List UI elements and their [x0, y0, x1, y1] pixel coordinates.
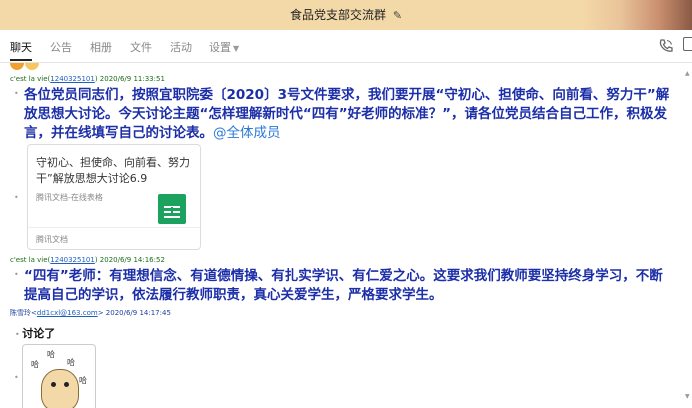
emoji-icon — [25, 63, 39, 70]
tab-chat[interactable]: 聊天 — [10, 39, 32, 55]
message-bullet: • — [14, 270, 19, 279]
chat-title: 食品党支部交流群 ✎ — [0, 6, 692, 23]
card-subtitle: 腾讯文档-在线表格 — [36, 193, 103, 202]
panel-icon[interactable] — [683, 37, 692, 51]
message-time: 2020/6/9 11:33:51 — [99, 75, 165, 83]
sticker-text: 哈 — [31, 360, 39, 369]
tab-announcement[interactable]: 公告 — [50, 39, 72, 55]
cat-sticker-icon — [41, 369, 79, 408]
message-bullet: • — [14, 193, 19, 202]
sender-name: c'est la vie( — [10, 75, 51, 83]
title-bar: 食品党支部交流群 ✎ — [0, 0, 692, 30]
sender-name: 陈雪玲< — [10, 309, 37, 317]
edit-icon[interactable]: ✎ — [393, 9, 402, 22]
message-body: 讨论了 — [22, 327, 56, 340]
active-tab-indicator — [10, 59, 32, 61]
mention-all[interactable]: @全体成员 — [213, 125, 281, 141]
sender-bracket: > — [97, 309, 104, 317]
tab-activities[interactable]: 活动 — [170, 39, 192, 55]
message-bullet: • — [14, 373, 19, 382]
message-text: • 讨论了 — [15, 325, 55, 341]
message-body: “四有”老师：有理想信念、有道德情操、有扎实学识、有仁爱之心。这要求我们教师要坚… — [24, 268, 663, 303]
message-body: 各位党员同志们，按照宜职院委〔2020〕3号文件要求，我们要开展“守初心、担使命… — [24, 87, 670, 141]
message-text: “四有”老师：有理想信念、有道德情操、有扎实学识、有仁爱之心。这要求我们教师要坚… — [24, 267, 672, 305]
sticker-text: 哈 — [79, 376, 87, 385]
message-text: 各位党员同志们，按照宜职院委〔2020〕3号文件要求，我们要开展“守初心、担使命… — [24, 86, 672, 143]
message-sender: c'est la vie(1240325101) 2020/6/9 14:16:… — [10, 256, 165, 264]
sticker-text: 哈 — [67, 358, 75, 367]
chevron-down-icon: ▼ — [233, 44, 240, 53]
card-title: 守初心、担使命、向前看、努力干”解放思想大讨论6.9 — [36, 156, 190, 185]
tab-album[interactable]: 相册 — [90, 39, 112, 55]
tab-settings-label: 设置 — [209, 41, 231, 54]
message-sender: 陈雪玲<dd1cxl@163.com> 2020/6/9 14:17:45 — [10, 308, 171, 318]
chat-history[interactable]: c'est la vie(1240325101) 2020/6/9 11:33:… — [0, 63, 680, 408]
message-time: 2020/6/9 14:17:45 — [105, 309, 171, 317]
message-bullet: • — [14, 89, 19, 98]
spreadsheet-icon — [158, 194, 186, 224]
message-time: 2020/6/9 14:16:52 — [99, 256, 165, 264]
emoji-icon — [10, 63, 24, 70]
card-footer: 腾讯文档 — [28, 227, 200, 251]
sender-bracket: ) — [94, 256, 98, 264]
message-sender: c'est la vie(1240325101) 2020/6/9 11:33:… — [10, 75, 165, 83]
chat-title-text: 食品党支部交流群 — [289, 8, 386, 22]
sender-id-link[interactable]: 1240325101 — [50, 75, 95, 83]
emoji-reaction — [10, 63, 40, 74]
tab-files[interactable]: 文件 — [130, 39, 152, 55]
sticker-text: 哈 — [47, 350, 55, 359]
phone-icon[interactable] — [658, 39, 674, 53]
document-card[interactable]: 守初心、担使命、向前看、努力干”解放思想大讨论6.9 腾讯文档-在线表格 腾讯文… — [27, 144, 201, 250]
sender-bracket: ) — [94, 75, 98, 83]
sender-email-link[interactable]: dd1cxl@163.com — [37, 309, 98, 317]
scroll-up-icon[interactable]: ▲ — [685, 70, 690, 77]
scroll-down-icon[interactable]: ▼ — [685, 393, 690, 400]
tab-bar: 聊天 公告 相册 文件 活动 设置 ▼ — [0, 30, 692, 63]
tab-settings[interactable]: 设置 ▼ — [209, 39, 239, 55]
sticker-image[interactable]: 哈 哈 哈 哈 + — [22, 344, 96, 408]
sender-name: c'est la vie( — [10, 256, 51, 264]
sender-id-link[interactable]: 1240325101 — [50, 256, 95, 264]
scrollbar[interactable]: ▲ ▼ — [685, 70, 690, 400]
